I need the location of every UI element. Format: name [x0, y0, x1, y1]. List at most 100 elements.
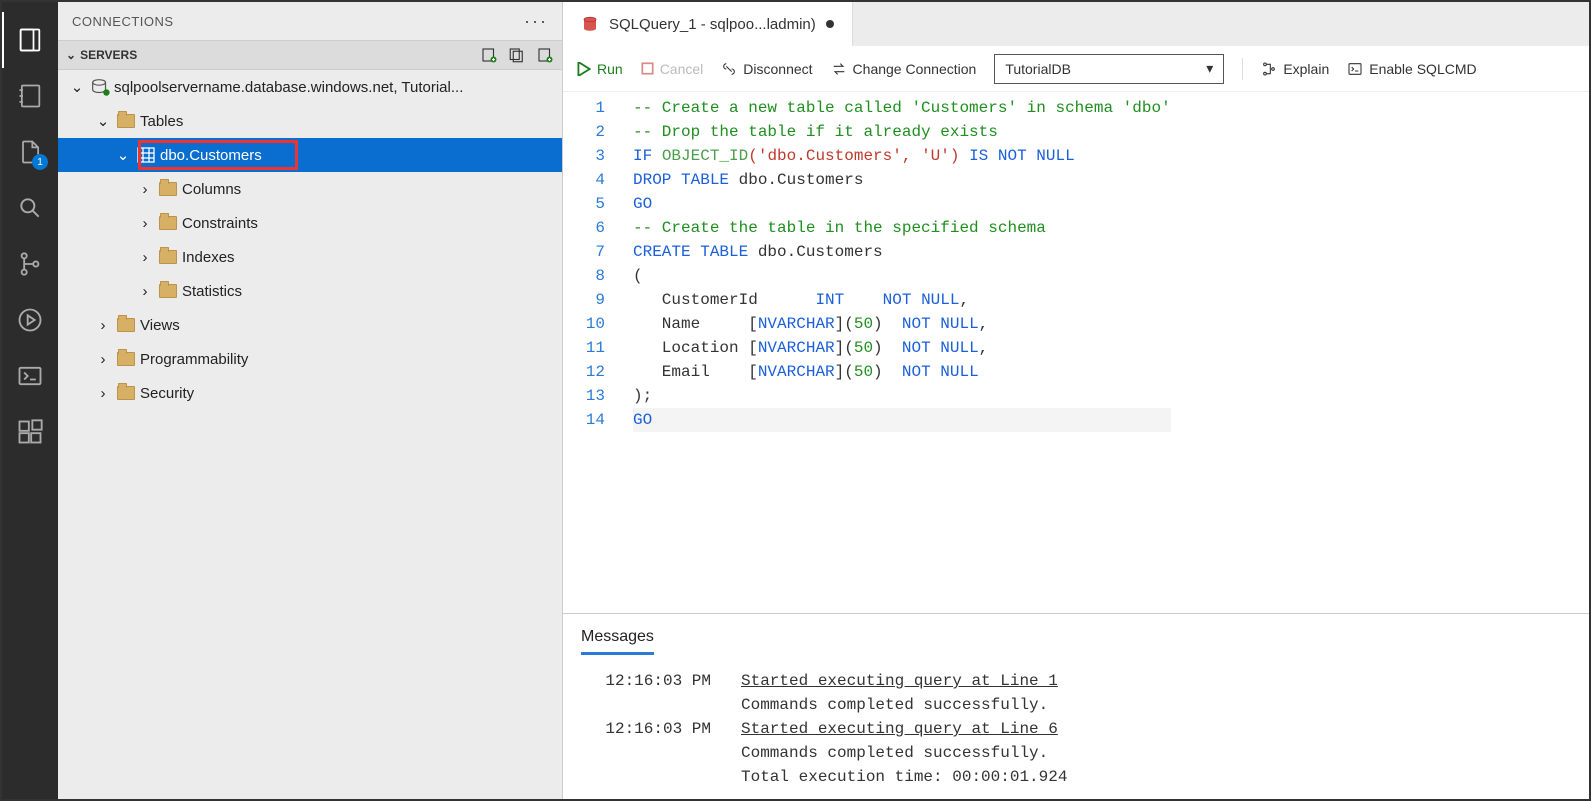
server-icon	[86, 77, 114, 97]
terminal-icon	[1347, 61, 1363, 77]
tree-dbo-customers[interactable]: ⌄ dbo.Customers	[58, 138, 562, 172]
chevron-right-icon: ›	[94, 317, 112, 334]
activity-extensions[interactable]	[2, 404, 58, 460]
activity-search[interactable]	[2, 180, 58, 236]
section-actions	[480, 46, 554, 64]
query-toolbar: Run Cancel Disconnect Change Connection …	[563, 46, 1589, 92]
explorer-badge: 1	[32, 154, 48, 170]
tree-label: dbo.Customers	[160, 147, 262, 164]
tree-label: Views	[140, 317, 180, 334]
tree-security[interactable]: › Security	[58, 376, 562, 410]
tree-tables[interactable]: ⌄ Tables	[58, 104, 562, 138]
line-gutter: 1234567891011121314	[563, 92, 619, 613]
folder-icon	[154, 216, 182, 230]
code-content: -- Create a new table called 'Customers'…	[619, 92, 1171, 613]
app-root: 1 CONNECTIONS ··· ⌄ SERVERS	[0, 0, 1591, 801]
cancel-label: Cancel	[660, 61, 704, 77]
new-connection-icon[interactable]	[480, 46, 498, 64]
run-label: Run	[597, 61, 623, 77]
activity-explorer[interactable]: 1	[2, 124, 58, 180]
tree-indexes[interactable]: › Indexes	[58, 240, 562, 274]
tree-label: Columns	[182, 181, 241, 198]
disconnect-icon	[721, 61, 737, 77]
tree-label: Tables	[140, 113, 183, 130]
database-select[interactable]: TutorialDB ▾	[994, 54, 1224, 84]
chevron-down-icon: ▾	[1206, 60, 1213, 77]
tree-server[interactable]: ⌄ sqlpoolservername.database.windows.net…	[58, 70, 562, 104]
section-title: SERVERS	[80, 48, 137, 62]
side-panel: CONNECTIONS ··· ⌄ SERVERS ⌄ sqlpoolserve…	[58, 2, 563, 799]
editor-tab[interactable]: SQLQuery_1 - sqlpoo...ladmin)	[563, 2, 853, 46]
tree-programmability[interactable]: › Programmability	[58, 342, 562, 376]
chevron-right-icon: ›	[94, 385, 112, 402]
message-time: 12:16:03 PM	[581, 669, 711, 717]
chevron-down-icon: ⌄	[114, 146, 132, 164]
chevron-down-icon: ⌄	[94, 112, 112, 130]
tree-label: Statistics	[182, 283, 242, 300]
tab-bar: SQLQuery_1 - sqlpoo...ladmin)	[563, 2, 1589, 46]
sqlcmd-label: Enable SQLCMD	[1369, 61, 1476, 77]
chevron-right-icon: ›	[136, 215, 154, 232]
messages-body: 12:16:03 PM Started executing query at L…	[581, 669, 1571, 789]
panel-title-bar: CONNECTIONS ···	[58, 2, 562, 40]
chevron-right-icon: ›	[136, 181, 154, 198]
panel-more-icon[interactable]: ···	[524, 11, 548, 32]
change-connection-button[interactable]: Change Connection	[831, 61, 977, 77]
tree-columns[interactable]: › Columns	[58, 172, 562, 206]
message-time: 12:16:03 PM	[581, 717, 711, 789]
activity-debug[interactable]	[2, 292, 58, 348]
folder-icon	[154, 182, 182, 196]
folder-icon	[112, 318, 140, 332]
folder-icon	[112, 114, 140, 128]
new-group-icon[interactable]	[508, 46, 526, 64]
disconnect-label: Disconnect	[743, 61, 812, 77]
disconnect-button[interactable]: Disconnect	[721, 61, 812, 77]
tree-label: Indexes	[182, 249, 235, 266]
plan-icon	[1261, 61, 1277, 77]
messages-panel: Messages 12:16:03 PM Started executing q…	[563, 613, 1589, 799]
activity-bar: 1	[2, 2, 58, 799]
tab-label: SQLQuery_1 - sqlpoo...ladmin)	[609, 16, 816, 33]
enable-sqlcmd-button[interactable]: Enable SQLCMD	[1347, 61, 1476, 77]
folder-icon	[154, 250, 182, 264]
activity-source-control[interactable]	[2, 236, 58, 292]
table-icon	[132, 147, 160, 163]
chevron-right-icon: ›	[94, 351, 112, 368]
tree-label: Security	[140, 385, 194, 402]
database-selected-value: TutorialDB	[1005, 61, 1071, 77]
chevron-right-icon: ›	[136, 249, 154, 266]
message-text: Started executing query at Line 1 Comman…	[741, 669, 1058, 717]
servers-section-header[interactable]: ⌄ SERVERS	[58, 40, 562, 70]
run-button[interactable]: Run	[577, 61, 623, 77]
chevron-down-icon: ⌄	[68, 78, 86, 96]
stop-icon	[641, 62, 654, 75]
unsaved-dot-icon	[826, 20, 834, 28]
code-editor[interactable]: 1234567891011121314 -- Create a new tabl…	[563, 92, 1589, 613]
activity-notebooks[interactable]	[2, 68, 58, 124]
tree-label: Programmability	[140, 351, 248, 368]
tree-label: Constraints	[182, 215, 258, 232]
server-tree: ⌄ sqlpoolservername.database.windows.net…	[58, 70, 562, 799]
panel-title: CONNECTIONS	[72, 14, 174, 29]
folder-icon	[154, 284, 182, 298]
chevron-right-icon: ›	[136, 283, 154, 300]
chevron-down-icon: ⌄	[66, 48, 76, 62]
messages-tab[interactable]: Messages	[581, 628, 654, 655]
swap-icon	[831, 61, 847, 77]
explain-label: Explain	[1283, 61, 1329, 77]
separator	[1242, 58, 1243, 80]
activity-connections[interactable]	[2, 12, 58, 68]
database-icon	[581, 15, 599, 33]
explain-button[interactable]: Explain	[1261, 61, 1329, 77]
cancel-button[interactable]: Cancel	[641, 61, 704, 77]
tree-statistics[interactable]: › Statistics	[58, 274, 562, 308]
change-connection-label: Change Connection	[853, 61, 977, 77]
new-query-icon[interactable]	[536, 46, 554, 64]
activity-terminal[interactable]	[2, 348, 58, 404]
tree-views[interactable]: › Views	[58, 308, 562, 342]
folder-icon	[112, 352, 140, 366]
tree-constraints[interactable]: › Constraints	[58, 206, 562, 240]
tree-label: sqlpoolservername.database.windows.net, …	[114, 79, 463, 96]
editor-area: SQLQuery_1 - sqlpoo...ladmin) Run Cancel…	[563, 2, 1589, 799]
play-icon	[577, 62, 591, 76]
